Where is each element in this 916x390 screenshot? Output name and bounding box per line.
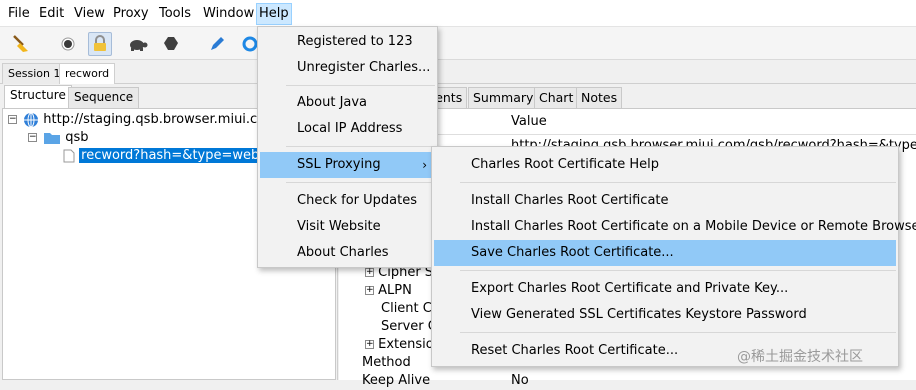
menu-separator bbox=[286, 85, 435, 86]
grid-row[interactable]: + ALPN bbox=[365, 282, 412, 300]
compose-pen-icon[interactable] bbox=[205, 32, 229, 56]
menu-window[interactable]: Window bbox=[201, 4, 256, 24]
menu-item-about-java[interactable]: About Java bbox=[260, 90, 435, 116]
tab-chart[interactable]: Chart bbox=[534, 87, 579, 108]
watermark: @稀土掘金技术社区 bbox=[737, 349, 863, 365]
menu-item-registered[interactable]: Registered to 123 bbox=[260, 29, 435, 55]
tab-notes[interactable]: Notes bbox=[576, 87, 623, 108]
menu-item-root-cert-help[interactable]: Charles Root Certificate Help bbox=[434, 152, 896, 178]
menu-item-local-ip[interactable]: Local IP Address bbox=[260, 116, 435, 142]
row-label: Keep Alive bbox=[362, 373, 431, 388]
menu-file[interactable]: File bbox=[6, 4, 32, 24]
expand-icon[interactable]: + bbox=[365, 340, 374, 349]
folder-icon bbox=[44, 132, 61, 144]
menu-item-check-updates[interactable]: Check for Updates bbox=[260, 188, 435, 214]
session-tabs: Session 1 recword bbox=[0, 60, 916, 84]
expand-icon[interactable]: + bbox=[365, 268, 374, 277]
toolbar bbox=[0, 27, 916, 60]
menu-item-view-keystore[interactable]: View Generated SSL Certificates Keystore… bbox=[434, 302, 896, 328]
menu-separator bbox=[460, 182, 896, 183]
menu-help[interactable]: Help bbox=[256, 3, 292, 25]
document-icon bbox=[63, 149, 75, 162]
breakpoint-hexagon-icon[interactable] bbox=[159, 32, 183, 56]
menu-item-install-root-cert[interactable]: Install Charles Root Certificate bbox=[434, 188, 896, 214]
record-icon[interactable] bbox=[56, 32, 80, 56]
grid-row[interactable]: + Extensio bbox=[365, 336, 434, 354]
menu-item-ssl-proxying[interactable]: SSL Proxying › bbox=[260, 152, 435, 178]
tab-summary[interactable]: Summary bbox=[468, 87, 539, 108]
row-label: Method bbox=[362, 355, 411, 370]
menu-proxy[interactable]: Proxy bbox=[111, 4, 151, 24]
menu-item-visit-website[interactable]: Visit Website bbox=[260, 214, 435, 240]
menu-item-about-charles[interactable]: About Charles bbox=[260, 240, 435, 266]
broom-icon[interactable] bbox=[9, 32, 33, 56]
chevron-right-icon: › bbox=[422, 158, 427, 172]
tab-session-1[interactable]: Session 1 bbox=[2, 63, 67, 84]
menu-item-save-root-cert[interactable]: Save Charles Root Certificate... bbox=[434, 240, 896, 266]
keep-alive-value: No bbox=[511, 373, 529, 388]
tab-structure[interactable]: Structure bbox=[4, 85, 72, 108]
tree-row-host[interactable]: − http://staging.qsb.browser.miui.com bbox=[8, 111, 278, 129]
host-label: http://staging.qsb.browser.miui.com bbox=[43, 112, 278, 127]
menu-tools[interactable]: Tools bbox=[157, 4, 193, 24]
tab-recword[interactable]: recword bbox=[59, 63, 116, 84]
ssl-proxying-label: SSL Proxying bbox=[297, 157, 381, 172]
row-label: Server C bbox=[381, 319, 437, 334]
collapse-icon[interactable]: − bbox=[28, 133, 37, 142]
tab-sequence[interactable]: Sequence bbox=[68, 87, 140, 108]
expand-icon[interactable]: + bbox=[365, 286, 374, 295]
menu-edit[interactable]: Edit bbox=[37, 4, 66, 24]
menu-item-export-root-cert[interactable]: Export Charles Root Certificate and Priv… bbox=[434, 276, 896, 302]
menu-view[interactable]: View bbox=[72, 4, 107, 24]
tree-row-selected[interactable]: recword?hash=&type=web_al bbox=[63, 147, 280, 165]
value-column-header: Value bbox=[511, 114, 547, 129]
help-menu: Registered to 123 Unregister Charles... … bbox=[257, 26, 438, 268]
ssl-lock-icon[interactable] bbox=[88, 32, 112, 56]
collapse-icon[interactable]: − bbox=[8, 115, 17, 124]
throttle-turtle-icon[interactable] bbox=[126, 32, 150, 56]
menu-item-unregister[interactable]: Unregister Charles... bbox=[260, 55, 435, 81]
menu-bar: File Edit View Proxy Tools Window Help bbox=[0, 0, 916, 27]
globe-icon bbox=[24, 112, 39, 127]
row-label: Extensio bbox=[378, 337, 434, 352]
menu-item-install-mobile-cert[interactable]: Install Charles Root Certificate on a Mo… bbox=[434, 214, 916, 240]
tree-row-folder[interactable]: − qsb bbox=[28, 129, 89, 147]
menu-separator bbox=[286, 146, 435, 147]
folder-label: qsb bbox=[65, 130, 89, 145]
row-label: ALPN bbox=[378, 283, 412, 298]
menu-separator bbox=[460, 270, 896, 271]
menu-separator bbox=[460, 332, 896, 333]
selected-request-label: recword?hash=&type=web_al bbox=[79, 148, 280, 163]
menu-separator bbox=[286, 182, 435, 183]
ssl-proxying-submenu: Charles Root Certificate Help Install Ch… bbox=[431, 146, 916, 367]
